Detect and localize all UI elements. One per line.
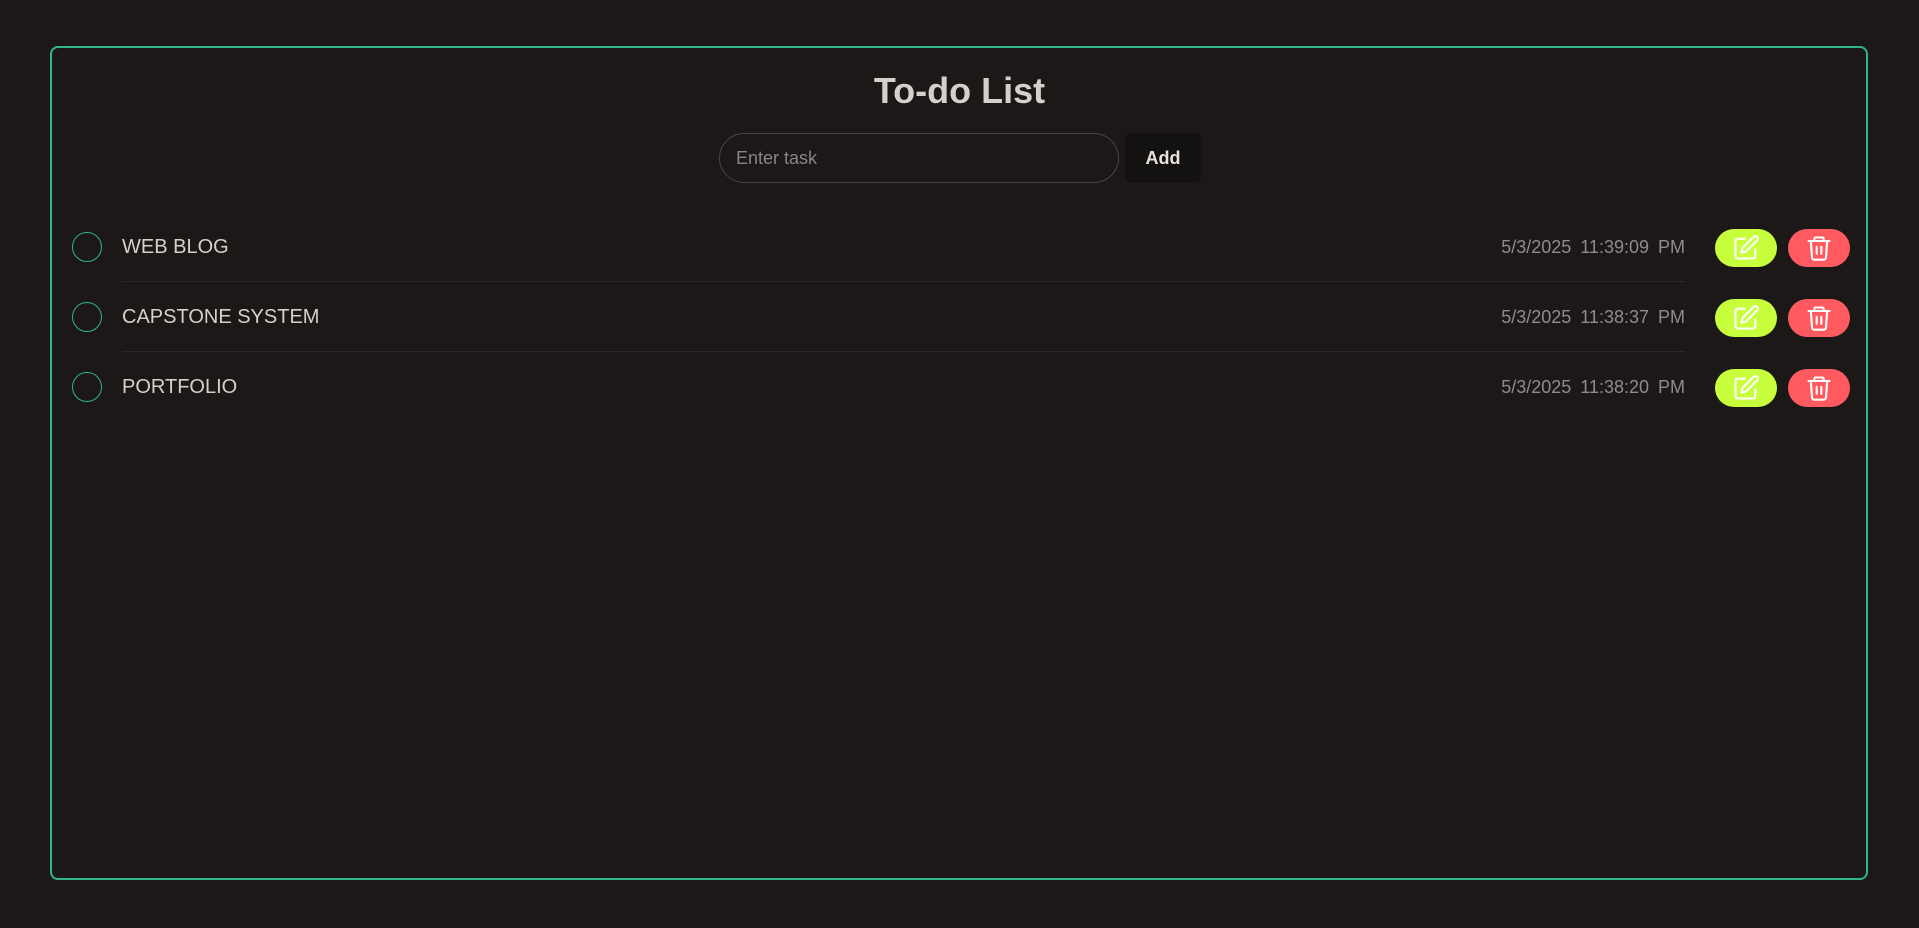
edit-task-button[interactable]: [1715, 299, 1777, 337]
complete-toggle-circle-icon[interactable]: [72, 232, 102, 262]
trash-icon: [1807, 376, 1831, 401]
delete-task-button[interactable]: [1788, 369, 1850, 407]
delete-task-button[interactable]: [1788, 299, 1850, 337]
task-timestamp: 5/3/2025 11:38:37 PM: [1501, 307, 1685, 327]
edit-icon: [1734, 305, 1759, 330]
edit-task-button[interactable]: [1715, 369, 1777, 407]
edit-icon: [1734, 235, 1759, 260]
trash-icon: [1807, 236, 1831, 261]
edit-task-button[interactable]: [1715, 229, 1777, 267]
task-text: CAPSTONE SYSTEM: [122, 306, 320, 328]
task-item: PORTFOLIO 5/3/2025 11:38:20 PM: [72, 352, 1850, 422]
add-task-button[interactable]: Add: [1125, 133, 1201, 183]
edit-icon: [1734, 375, 1759, 400]
delete-task-button[interactable]: [1788, 229, 1850, 267]
complete-toggle-circle-icon[interactable]: [72, 302, 102, 332]
task-list: WEB BLOG 5/3/2025 11:39:09 PM CAPSTONE S…: [72, 212, 1850, 422]
task-text: PORTFOLIO: [122, 376, 238, 398]
task-item: CAPSTONE SYSTEM 5/3/2025 11:38:37 PM: [72, 282, 1850, 352]
task-text: WEB BLOG: [122, 236, 229, 258]
task-timestamp: 5/3/2025 11:38:20 PM: [1501, 377, 1685, 397]
complete-toggle-circle-icon[interactable]: [72, 372, 102, 402]
trash-icon: [1807, 306, 1831, 331]
task-item: WEB BLOG 5/3/2025 11:39:09 PM: [72, 212, 1850, 282]
page-title: To-do List: [873, 70, 1046, 111]
task-input[interactable]: [719, 133, 1119, 183]
task-timestamp: 5/3/2025 11:39:09 PM: [1501, 237, 1685, 257]
